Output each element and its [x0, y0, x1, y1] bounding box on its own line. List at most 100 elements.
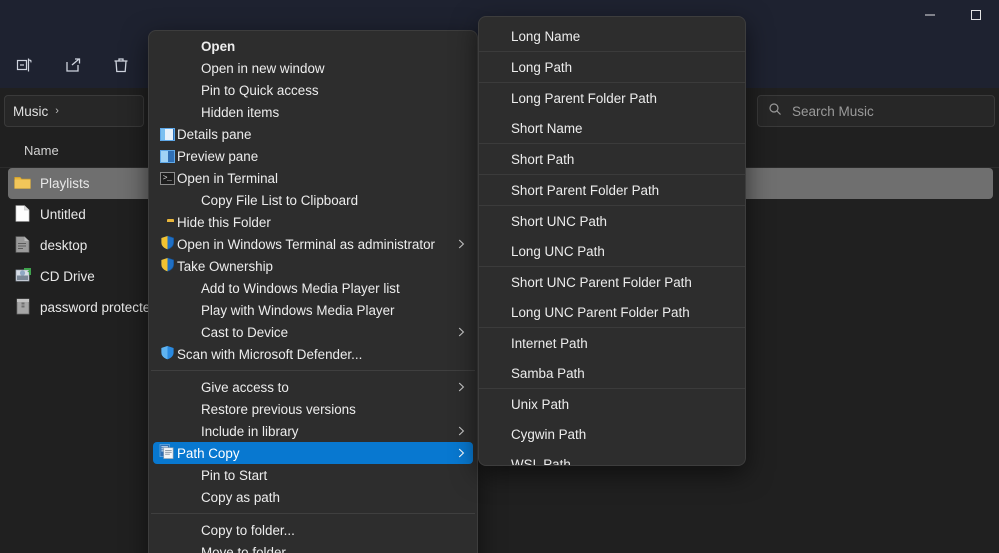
menu-item-open-in-windows-terminal-as-administrator[interactable]: Open in Windows Terminal as administrato…: [153, 233, 473, 255]
folder-icon: [14, 175, 31, 192]
details-pane-icon: [157, 125, 177, 143]
chevron-right-icon: [455, 238, 467, 250]
submenu-item-short-unc-parent-folder-path[interactable]: Short UNC Parent Folder Path: [479, 267, 745, 297]
menu-item-label: Copy File List to Clipboard: [201, 192, 359, 208]
column-header-name[interactable]: Name: [24, 143, 59, 158]
menu-item-label: Path Copy: [177, 445, 240, 461]
menu-item-cast-to-device[interactable]: Cast to Device: [153, 321, 473, 343]
menu-item-no-icon: [157, 400, 177, 418]
breadcrumb-chevron-icon[interactable]: ›: [55, 105, 59, 117]
file-name: Playlists: [40, 176, 90, 191]
menu-item-open[interactable]: Open: [153, 35, 473, 57]
defender-shield-icon: [160, 345, 175, 363]
search-input[interactable]: Search Music: [757, 95, 995, 127]
search-icon: [768, 102, 782, 121]
terminal-icon: >_: [159, 171, 175, 185]
preview-pane-icon: [157, 147, 177, 165]
menu-item-scan-with-microsoft-defender[interactable]: Scan with Microsoft Defender...: [153, 343, 473, 365]
submenu-item-label: Long Parent Folder Path: [511, 90, 657, 106]
context-menu: Open Open in new window Pin to Quick acces…: [148, 30, 478, 553]
menu-item-no-icon: [157, 422, 177, 440]
submenu-item-samba-path[interactable]: Samba Path: [479, 358, 745, 388]
delete-icon[interactable]: [102, 49, 140, 81]
config-file-icon: [14, 235, 31, 254]
submenu-item-label: Short Path: [511, 151, 575, 167]
menu-item-details-pane[interactable]: Details pane: [153, 123, 473, 145]
menu-item-copy-to-folder[interactable]: Copy to folder...: [153, 519, 473, 541]
menu-item-pin-to-start[interactable]: Pin to Start: [153, 464, 473, 486]
menu-item-give-access-to[interactable]: Give access to: [153, 376, 473, 398]
cd-drive-icon: [14, 267, 31, 285]
file-name: Untitled: [40, 207, 86, 222]
submenu-item-internet-path[interactable]: Internet Path: [479, 328, 745, 358]
menu-item-no-icon: [157, 521, 177, 539]
menu-item-include-in-library[interactable]: Include in library: [153, 420, 473, 442]
menu-item-play-with-windows-media-player[interactable]: Play with Windows Media Player: [153, 299, 473, 321]
submenu-item-label: Short Parent Folder Path: [511, 182, 660, 198]
rename-icon[interactable]: [6, 49, 44, 81]
submenu-item-short-parent-folder-path[interactable]: Short Parent Folder Path: [479, 175, 745, 205]
chevron-right-icon: [455, 326, 467, 338]
menu-item-no-icon: [157, 81, 177, 99]
menu-item-label: Cast to Device: [201, 324, 289, 340]
file-name: CD Drive: [40, 269, 95, 284]
menu-item-open-in-new-window[interactable]: Open in new window: [153, 57, 473, 79]
menu-item-take-ownership[interactable]: Take Ownership: [153, 255, 473, 277]
submenu-item-long-unc-path[interactable]: Long UNC Path: [479, 236, 745, 266]
menu-item-label: Give access to: [201, 379, 289, 395]
uac-shield-icon: [157, 257, 177, 275]
menu-item-no-icon: [157, 543, 177, 553]
submenu-item-wsl-path[interactable]: WSL Path: [479, 449, 745, 466]
submenu-item-long-path[interactable]: Long Path: [479, 52, 745, 82]
submenu-item-short-name[interactable]: Short Name: [479, 113, 745, 143]
maximize-icon[interactable]: [953, 0, 999, 30]
menu-item-label: Scan with Microsoft Defender...: [177, 346, 363, 362]
menu-item-copy-file-list-to-clipboard[interactable]: Copy File List to Clipboard: [153, 189, 473, 211]
menu-item-no-icon: [157, 59, 177, 77]
menu-item-no-icon: [157, 103, 177, 121]
menu-item-hidden-items[interactable]: Hidden items: [153, 101, 473, 123]
submenu-item-label: Unix Path: [511, 396, 570, 412]
explorer-window: Music › Search Music Name Playlists Unti…: [0, 0, 999, 553]
breadcrumb[interactable]: Music ›: [4, 95, 144, 127]
submenu-item-label: Long UNC Parent Folder Path: [511, 304, 690, 320]
menu-item-copy-as-path[interactable]: Copy as path: [153, 486, 473, 508]
defender-shield-icon: [157, 345, 177, 363]
submenu-item-long-unc-parent-folder-path[interactable]: Long UNC Parent Folder Path: [479, 297, 745, 327]
menu-item-label: Preview pane: [177, 148, 259, 164]
submenu-item-unix-path[interactable]: Unix Path: [479, 389, 745, 419]
menu-item-label: Open: [201, 38, 236, 54]
menu-item-open-in-terminal[interactable]: >_ Open in Terminal: [153, 167, 473, 189]
menu-item-path-copy[interactable]: Path Copy: [153, 442, 473, 464]
details-pane-icon: [159, 127, 175, 141]
archive-icon: [14, 298, 31, 316]
submenu-item-long-name[interactable]: Long Name: [479, 21, 745, 51]
minimize-icon[interactable]: [907, 0, 953, 30]
submenu-item-short-unc-path[interactable]: Short UNC Path: [479, 206, 745, 236]
submenu-item-label: Internet Path: [511, 335, 588, 351]
submenu-item-short-path[interactable]: Short Path: [479, 144, 745, 174]
menu-item-label: Move to folder...: [201, 544, 297, 553]
menu-item-pin-to-quick-access[interactable]: Pin to Quick access: [153, 79, 473, 101]
menu-item-move-to-folder[interactable]: Move to folder...: [153, 541, 473, 553]
menu-item-label: Pin to Start: [201, 467, 268, 483]
submenu-item-long-parent-folder-path[interactable]: Long Parent Folder Path: [479, 83, 745, 113]
submenu-item-label: Short UNC Path: [511, 213, 608, 229]
menu-separator: [151, 513, 475, 514]
uac-shield-icon: [157, 235, 177, 253]
menu-item-no-icon: [157, 301, 177, 319]
breadcrumb-current[interactable]: Music: [13, 104, 48, 119]
menu-item-label: Take Ownership: [177, 258, 274, 274]
menu-item-restore-previous-versions[interactable]: Restore previous versions: [153, 398, 473, 420]
menu-item-label: Restore previous versions: [201, 401, 356, 417]
menu-item-label: Play with Windows Media Player: [201, 302, 395, 318]
search-placeholder: Search Music: [792, 103, 874, 119]
chevron-right-icon: [455, 447, 467, 459]
share-icon[interactable]: [54, 49, 92, 81]
menu-item-preview-pane[interactable]: Preview pane: [153, 145, 473, 167]
menu-item-add-to-windows-media-player-list[interactable]: Add to Windows Media Player list: [153, 277, 473, 299]
menu-item-hide-this-folder[interactable]: Hide this Folder: [153, 211, 473, 233]
chevron-right-icon: [455, 381, 467, 393]
file-name: desktop: [40, 238, 88, 253]
submenu-item-cygwin-path[interactable]: Cygwin Path: [479, 419, 745, 449]
